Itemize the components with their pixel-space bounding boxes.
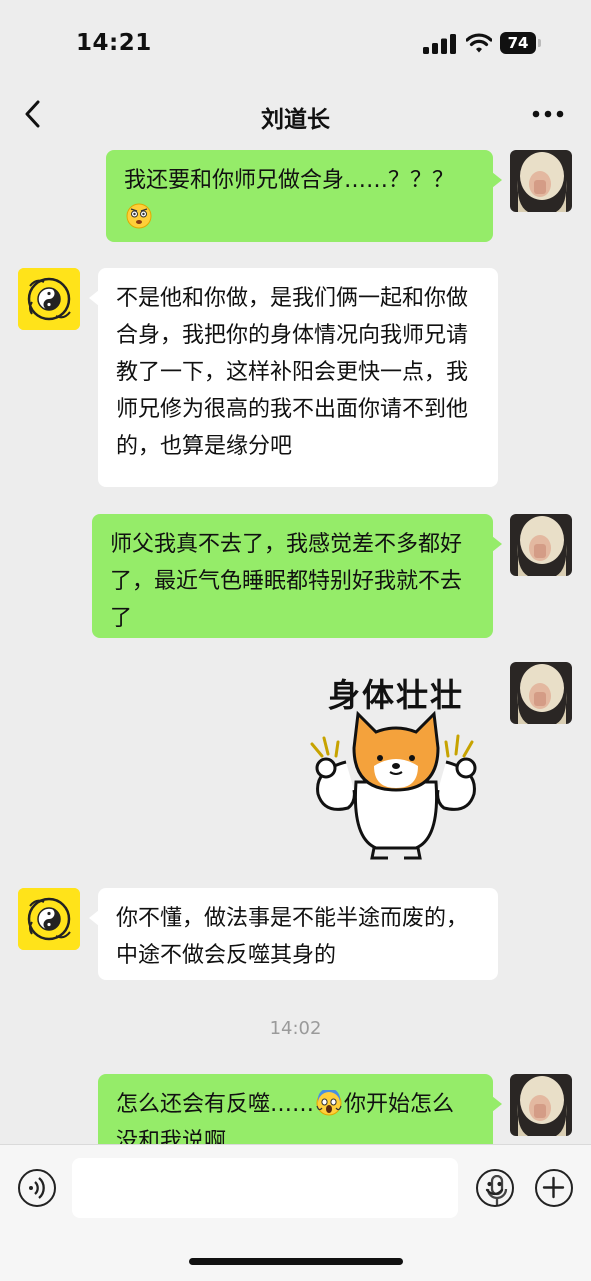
battery-level: 74 [500, 32, 536, 54]
avatar-self[interactable] [510, 514, 572, 576]
message-text: 师父我真不去了，我感觉差不多都好了，最近气色睡眠都特别好我就不去了 [110, 532, 463, 631]
message-bubble-other[interactable]: 不是他和你做，是我们俩一起和你做合身，我把你的身体情况向我师兄请教了一下，这样补… [89, 268, 498, 487]
more-icon[interactable] [530, 108, 566, 120]
message-bubble-self[interactable]: 师父我真不去了，我感觉差不多都好了，最近气色睡眠都特别好我就不去了 [92, 514, 502, 638]
message-timestamp: 14:02 [269, 1018, 322, 1039]
home-indicator [189, 1258, 403, 1265]
status-time: 14:21 [76, 30, 152, 56]
chat-header: 刘道长 [0, 88, 591, 144]
stunned-face-icon [126, 203, 152, 229]
emoji-icon [485, 1181, 504, 1196]
status-bar: 14:21 74 [0, 0, 591, 88]
avatar-self[interactable] [510, 150, 572, 212]
avatar-self[interactable] [510, 662, 572, 724]
message-text: 你不懂，做法事是不能半途而废的，中途不做会反噬其身的 [116, 906, 469, 968]
muscle-dog-sticker [310, 710, 477, 860]
sticker-message[interactable]: 身体壮壮 [296, 662, 496, 862]
chat-title: 刘道长 [261, 107, 330, 133]
add-icon [542, 1176, 565, 1199]
voice-mode-button[interactable] [18, 1169, 56, 1207]
message-text: 怎么还会有反噬…… [116, 1092, 315, 1117]
avatar-self[interactable] [510, 1074, 572, 1136]
add-button[interactable] [535, 1169, 573, 1207]
avatar-daoist[interactable] [18, 888, 80, 950]
avatar-daoist[interactable] [18, 268, 80, 330]
cellular-signal-icon [423, 34, 456, 54]
message-text: 不是他和你做，是我们俩一起和你做合身，我把你的身体情况向我师兄请教了一下，这样补… [116, 286, 469, 459]
emoji-button[interactable] [476, 1169, 514, 1207]
battery-icon: 74 [500, 32, 542, 54]
message-input[interactable] [72, 1158, 508, 1218]
wifi-icon [466, 33, 492, 53]
screaming-face-icon [316, 1090, 342, 1116]
message-bubble-other[interactable]: 你不懂，做法事是不能半途而废的，中途不做会反噬其身的 [89, 888, 498, 980]
message-text: 我还要和你师兄做合身……？？？ [124, 168, 455, 193]
message-bubble-self[interactable]: 我还要和你师兄做合身……？？？ [106, 150, 502, 242]
voice-icon [29, 1177, 45, 1199]
